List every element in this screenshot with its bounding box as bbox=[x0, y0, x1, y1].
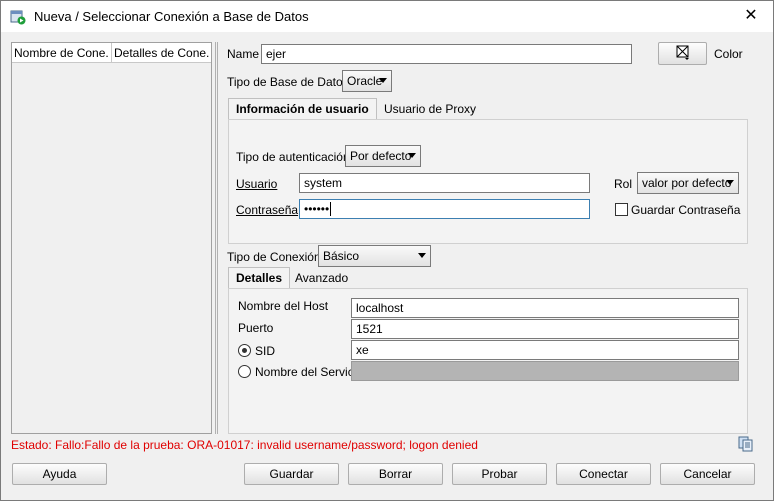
role-label: Rol bbox=[614, 177, 633, 191]
service-name-label: Nombre del Servicio bbox=[255, 365, 364, 379]
save-password-label: Guardar Contraseña bbox=[631, 203, 741, 217]
password-label: Contraseña bbox=[236, 203, 299, 217]
tab-user-info[interactable]: Información de usuario bbox=[228, 98, 377, 120]
tab-advanced[interactable]: Avanzado bbox=[288, 268, 355, 290]
service-name-field bbox=[351, 361, 739, 381]
sid-label: SID bbox=[255, 344, 276, 358]
role-value: valor por defecto bbox=[642, 176, 732, 190]
title-bar: Nueva / Seleccionar Conexión a Base de D… bbox=[1, 1, 773, 32]
close-icon[interactable]: ✕ bbox=[741, 6, 761, 26]
conn-type-select[interactable]: Básico bbox=[318, 245, 431, 267]
connections-list-header: Nombre de Cone... Detalles de Cone... bbox=[12, 43, 211, 63]
status-message: Estado: Fallo:Fallo de la prueba: ORA-01… bbox=[11, 438, 478, 452]
color-picker-button[interactable] bbox=[658, 42, 707, 65]
tab-details[interactable]: Detalles bbox=[228, 267, 291, 289]
db-type-select[interactable]: Oracle bbox=[342, 70, 392, 92]
column-header-name[interactable]: Nombre de Cone... bbox=[14, 46, 108, 60]
column-header-details[interactable]: Detalles de Cone... bbox=[114, 46, 209, 60]
name-field[interactable]: ejer bbox=[261, 44, 632, 64]
copy-log-icon[interactable] bbox=[738, 436, 754, 452]
user-field[interactable]: system bbox=[299, 173, 590, 193]
port-field[interactable]: 1521 bbox=[351, 319, 739, 339]
help-button[interactable]: Ayuda bbox=[12, 463, 107, 485]
test-button[interactable]: Probar bbox=[452, 463, 547, 485]
connection-dialog: Nueva / Seleccionar Conexión a Base de D… bbox=[0, 0, 774, 501]
chevron-down-icon bbox=[408, 153, 416, 158]
service-name-radio[interactable] bbox=[238, 365, 251, 378]
splitter[interactable] bbox=[215, 42, 218, 434]
auth-type-select[interactable]: Por defecto bbox=[345, 145, 421, 167]
save-password-checkbox[interactable] bbox=[615, 203, 628, 216]
host-label: Nombre del Host bbox=[238, 299, 329, 313]
name-label: Name bbox=[227, 47, 260, 61]
host-field[interactable]: localhost bbox=[351, 298, 739, 318]
role-select[interactable]: valor por defecto bbox=[637, 172, 739, 194]
connections-list[interactable]: Nombre de Cone... Detalles de Cone... bbox=[11, 42, 212, 434]
cancel-button[interactable]: Cancelar bbox=[660, 463, 755, 485]
sid-radio[interactable] bbox=[238, 344, 251, 357]
port-label: Puerto bbox=[238, 321, 274, 335]
tab-proxy-user[interactable]: Usuario de Proxy bbox=[377, 99, 483, 121]
window-title: Nueva / Seleccionar Conexión a Base de D… bbox=[34, 9, 309, 24]
conn-type-label: Tipo de Conexión bbox=[227, 250, 321, 264]
color-label: Color bbox=[714, 47, 743, 61]
db-type-label: Tipo de Base de Datos bbox=[227, 75, 349, 89]
sid-field[interactable]: xe bbox=[351, 340, 739, 360]
save-button[interactable]: Guardar bbox=[244, 463, 339, 485]
db-type-value: Oracle bbox=[347, 74, 383, 88]
conn-type-value: Básico bbox=[323, 249, 360, 263]
chevron-down-icon bbox=[418, 253, 426, 258]
auth-type-label: Tipo de autenticación bbox=[236, 150, 350, 164]
password-value: •••••• bbox=[304, 202, 330, 216]
password-field[interactable]: •••••• bbox=[299, 199, 590, 219]
auth-type-value: Por defecto bbox=[350, 149, 412, 163]
chevron-down-icon bbox=[726, 180, 734, 185]
connect-button[interactable]: Conectar bbox=[556, 463, 651, 485]
database-connection-icon bbox=[10, 10, 26, 25]
user-label: Usuario bbox=[236, 177, 278, 191]
chevron-down-icon bbox=[379, 78, 387, 83]
color-swatch-icon bbox=[676, 45, 689, 60]
delete-button[interactable]: Borrar bbox=[348, 463, 443, 485]
